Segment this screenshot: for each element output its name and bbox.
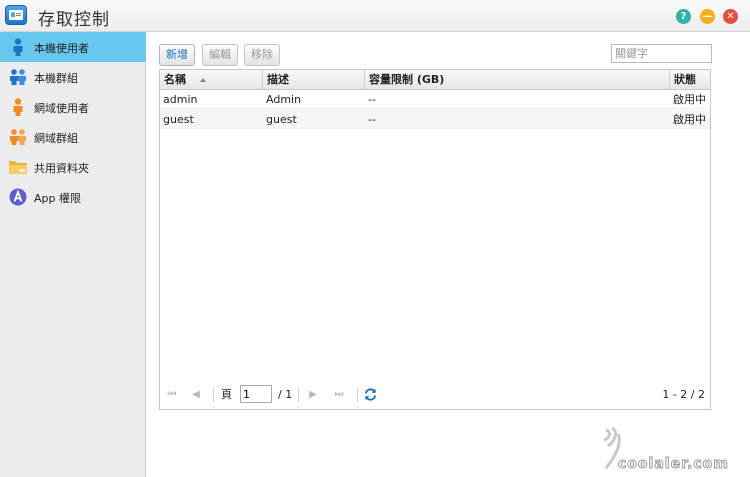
total-pages: / 1 xyxy=(278,388,293,401)
last-page-icon[interactable]: ⏭ xyxy=(333,389,345,401)
watermark-text: coolaler.com xyxy=(618,456,729,473)
window-title: 存取控制 xyxy=(38,10,110,30)
minimize-button[interactable]: — xyxy=(700,9,715,24)
refresh-icon[interactable] xyxy=(364,388,377,401)
local-user-icon xyxy=(13,38,23,56)
sidebar-item-local-groups[interactable]: 本機群組 xyxy=(0,62,146,92)
help-button[interactable]: ? xyxy=(676,9,691,24)
sidebar-item-label: 本機使用者 xyxy=(34,42,89,55)
table-row[interactable]: guest guest -- 啟用中 xyxy=(160,110,710,129)
sidebar-item-label: App 權限 xyxy=(34,192,81,205)
watermark: coolaler.com xyxy=(598,426,748,474)
user-table: 名稱 描述 容量限制 (GB) 狀態 admin Admin -- 啟用中 gu… xyxy=(159,69,711,410)
local-group-icon xyxy=(10,69,26,85)
sort-ascending-icon xyxy=(200,78,206,82)
column-header-name[interactable]: 名稱 xyxy=(160,70,263,90)
column-header-description[interactable]: 描述 xyxy=(263,70,365,90)
first-page-icon[interactable]: ⏮ xyxy=(166,389,178,401)
sidebar-item-label: 網域群組 xyxy=(34,132,78,145)
page-label: 頁 xyxy=(221,388,232,401)
cell-description: guest xyxy=(266,113,297,126)
table-row[interactable]: admin Admin -- 啟用中 xyxy=(160,90,710,109)
access-control-app-icon xyxy=(5,5,27,25)
remove-button[interactable]: 移除 xyxy=(244,44,280,66)
pager-divider xyxy=(213,388,214,402)
sidebar: 本機使用者 本機群組 網域使用者 網域群組 共用資料夾 App 權限 xyxy=(0,32,146,477)
sidebar-item-domain-users[interactable]: 網域使用者 xyxy=(0,92,146,122)
table-header: 名稱 描述 容量限制 (GB) 狀態 xyxy=(160,70,710,90)
add-button[interactable]: 新增 xyxy=(159,44,195,66)
pagination-bar: ⏮ ◀ 頁 / 1 ▶ ⏭ 1 - 2 / 2 xyxy=(160,382,710,408)
page-number-input[interactable] xyxy=(240,385,272,403)
keyword-search-input[interactable] xyxy=(611,44,712,63)
sidebar-item-label: 共用資料夾 xyxy=(34,162,89,175)
close-button[interactable]: ✕ xyxy=(723,9,738,24)
cell-status: 啟用中 xyxy=(673,93,706,106)
next-page-icon[interactable]: ▶ xyxy=(307,389,319,401)
cell-name: admin xyxy=(163,93,198,106)
cell-description: Admin xyxy=(266,93,302,106)
cell-quota: -- xyxy=(368,93,376,106)
pager-divider xyxy=(298,388,299,402)
sidebar-item-shared-folders[interactable]: 共用資料夾 xyxy=(0,152,146,182)
cell-quota: -- xyxy=(368,113,376,126)
sidebar-item-local-users[interactable]: 本機使用者 xyxy=(0,32,146,62)
edit-button[interactable]: 編輯 xyxy=(202,44,238,66)
domain-group-icon xyxy=(10,129,26,145)
title-bar: 存取控制 ? — ✕ xyxy=(0,0,750,32)
column-header-status[interactable]: 狀態 xyxy=(670,70,710,90)
app-permission-icon xyxy=(9,188,27,206)
sidebar-item-app-permissions[interactable]: App 權限 xyxy=(0,182,146,212)
domain-user-icon xyxy=(13,98,23,116)
sidebar-item-label: 本機群組 xyxy=(34,72,78,85)
sidebar-item-label: 網域使用者 xyxy=(34,102,89,115)
cell-name: guest xyxy=(163,113,194,126)
pager-divider xyxy=(357,388,358,402)
record-range: 1 - 2 / 2 xyxy=(662,388,705,401)
previous-page-icon[interactable]: ◀ xyxy=(190,389,202,401)
column-header-quota[interactable]: 容量限制 (GB) xyxy=(365,70,670,90)
sidebar-item-domain-groups[interactable]: 網域群組 xyxy=(0,122,146,152)
cell-status: 啟用中 xyxy=(673,113,706,126)
shared-folder-icon xyxy=(9,161,27,174)
